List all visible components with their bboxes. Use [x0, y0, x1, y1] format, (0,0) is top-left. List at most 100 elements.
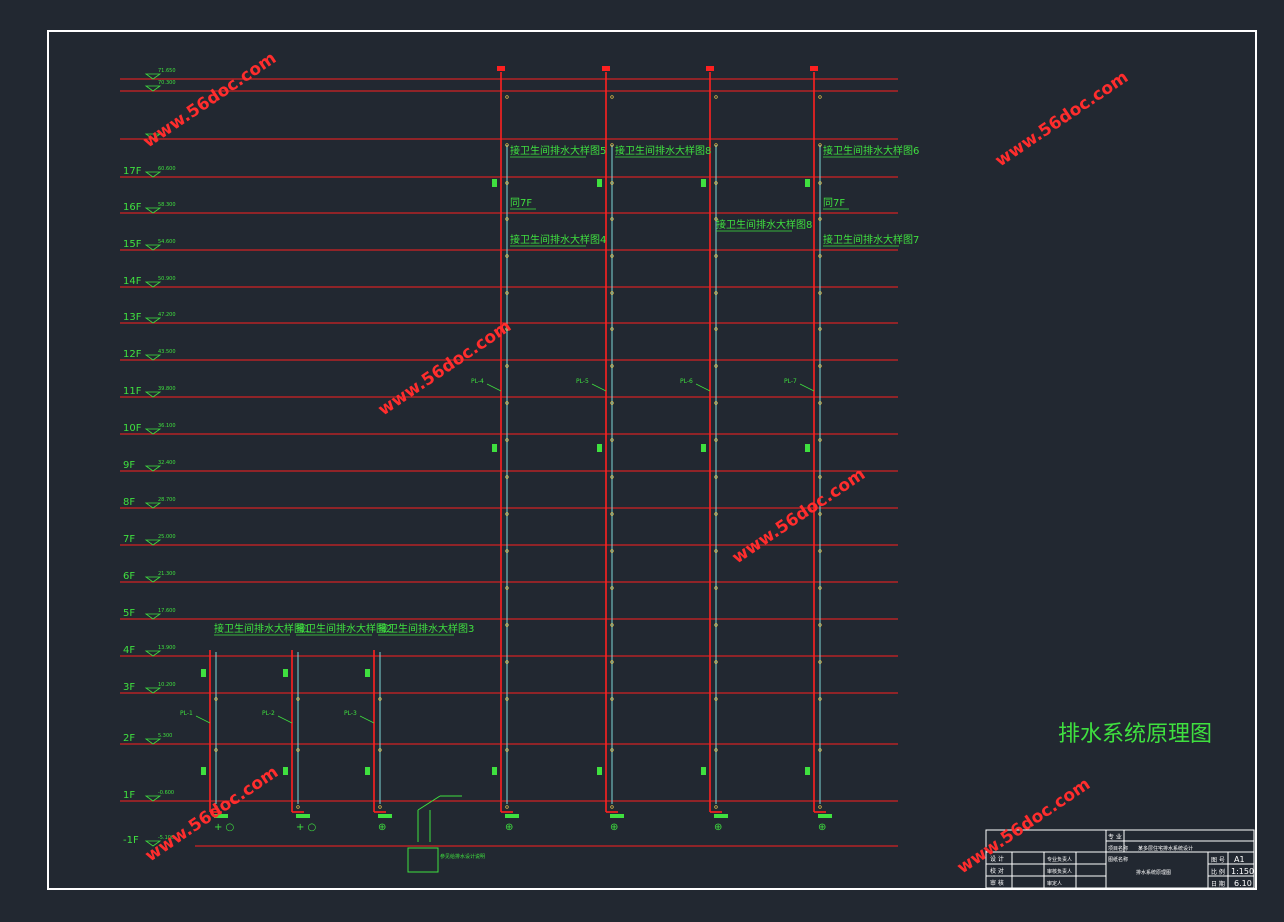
tb-meta-value-2: 1:150	[1231, 867, 1254, 876]
elevation-label: 54.600	[158, 239, 176, 245]
pipe-label: PL-7	[784, 378, 797, 385]
tb-project-value: 某多层住宅排水系统设计	[1138, 845, 1193, 852]
vent-cap	[602, 66, 610, 71]
cleanout-fitting	[597, 179, 602, 187]
pipe-label: PL-1	[180, 710, 193, 717]
pipe-label: PL-6	[680, 378, 693, 385]
floor-label: 13F	[123, 312, 142, 323]
pipe-label: PL-4	[471, 378, 484, 385]
elevation-label: 60.600	[158, 166, 176, 172]
cleanout-fitting	[283, 767, 288, 775]
elevation-label: 21.300	[158, 571, 176, 577]
cleanout-fitting	[597, 767, 602, 775]
elevation-label: 25.000	[158, 534, 176, 540]
floor-label: 15F	[123, 239, 142, 250]
cleanout-fitting	[365, 669, 370, 677]
tb-drawing-value: 排水系统原理图	[1136, 869, 1171, 876]
elevation-label: 43.500	[158, 349, 176, 355]
floor-label: 4F	[123, 645, 135, 656]
elevation-label: 28.700	[158, 497, 176, 503]
tb-meta-value-1: A1	[1234, 855, 1245, 864]
vent-cap	[497, 66, 505, 71]
elevation-label: 32.400	[158, 460, 176, 466]
tb-project-label: 项目名称	[1108, 845, 1128, 852]
vent-cap	[810, 66, 818, 71]
outlet-symbol: ⊕	[505, 822, 513, 833]
cleanout-fitting	[701, 179, 706, 187]
outlet-pad	[610, 814, 624, 818]
elevation-label: 36.100	[158, 423, 176, 429]
outlet-pad	[378, 814, 392, 818]
drawing-canvas: 71.650 70.300 17F 60.600 16F 58.300 15F 54.600 1…	[0, 0, 1284, 922]
outlet-symbol: ⊕	[378, 822, 386, 833]
floor-label: 8F	[123, 497, 135, 508]
outlet-symbol: + ○	[296, 822, 316, 833]
floor-label: 9F	[123, 460, 135, 471]
same-as-note: 同7F	[510, 197, 532, 209]
floor-label: 11F	[123, 386, 142, 397]
outlet-symbol: ⊕	[714, 822, 722, 833]
detail-label: 接卫生间排水大样图4	[510, 233, 606, 246]
outlet-symbol: ⊕	[610, 822, 618, 833]
elevation-label: 58.300	[158, 202, 176, 208]
detail-label: 接卫生间排水大样图8	[716, 218, 812, 231]
tb-meta-label-1: 图 号	[1211, 857, 1225, 864]
detail-label: 接卫生间排水大样图6	[823, 144, 919, 157]
floor-label: 14F	[123, 276, 142, 287]
tb-drawing-label: 图纸名称	[1108, 856, 1128, 863]
cleanout-fitting	[492, 767, 497, 775]
elevation-label: -0.600	[158, 790, 174, 796]
detail-label: 接卫生间排水大样图8	[615, 144, 711, 157]
floor-label: 7F	[123, 534, 135, 545]
tb-meta-value-3: 6.10	[1234, 879, 1252, 888]
elevation-label: 10.200	[158, 682, 176, 688]
floor-label: 3F	[123, 682, 135, 693]
pipe-label: PL-2	[262, 710, 275, 717]
outlet-symbol: ⊕	[818, 822, 826, 833]
elevation-label: 70.300	[158, 80, 176, 86]
elevation-label: 13.900	[158, 645, 176, 651]
drawing-title: 排水系统原理图	[1058, 722, 1212, 747]
elevation-label: 39.800	[158, 386, 176, 392]
cleanout-fitting	[597, 444, 602, 452]
outlet-pad	[714, 814, 728, 818]
tb-sign-1: 专业负责人	[1047, 856, 1072, 863]
tb-sign-3: 审定人	[1047, 880, 1062, 887]
floor-label: 5F	[123, 608, 135, 619]
cleanout-fitting	[492, 179, 497, 187]
detail-label: 接卫生间排水大样图5	[510, 144, 606, 157]
floor-label: 6F	[123, 571, 135, 582]
floor-label: 10F	[123, 423, 142, 434]
cleanout-fitting	[805, 444, 810, 452]
pipe-label: PL-3	[344, 710, 357, 717]
floor-label: 1F	[123, 790, 135, 801]
floor-label: 12F	[123, 349, 142, 360]
outlet-pad	[505, 814, 519, 818]
cleanout-fitting	[201, 669, 206, 677]
background	[0, 0, 1284, 922]
tb-role-3: 审 核	[990, 879, 1004, 887]
elevation-label: 50.900	[158, 276, 176, 282]
cleanout-fitting	[805, 179, 810, 187]
tb-meta-label-2: 比 例	[1211, 868, 1225, 876]
cleanout-fitting	[492, 444, 497, 452]
floor-label: -1F	[123, 835, 139, 846]
vent-cap	[706, 66, 714, 71]
tb-sign-2: 审核负责人	[1047, 868, 1072, 875]
cleanout-fitting	[283, 669, 288, 677]
cleanout-fitting	[701, 767, 706, 775]
tb-meta-label-3: 日 期	[1211, 880, 1225, 888]
cleanout-fitting	[805, 767, 810, 775]
pipe-label: PL-5	[576, 378, 589, 385]
cleanout-fitting	[201, 767, 206, 775]
floor-label: 17F	[123, 166, 142, 177]
cleanout-fitting	[365, 767, 370, 775]
outlet-symbol: + ○	[214, 822, 234, 833]
elevation-label: 5.300	[158, 733, 172, 739]
floor-label: 2F	[123, 733, 135, 744]
outlet-pad	[296, 814, 310, 818]
floor-label: 16F	[123, 202, 142, 213]
detail-label: 接卫生间排水大样图7	[823, 233, 919, 246]
same-as-note: 同7F	[823, 197, 845, 209]
elevation-label: 71.650	[158, 68, 176, 74]
